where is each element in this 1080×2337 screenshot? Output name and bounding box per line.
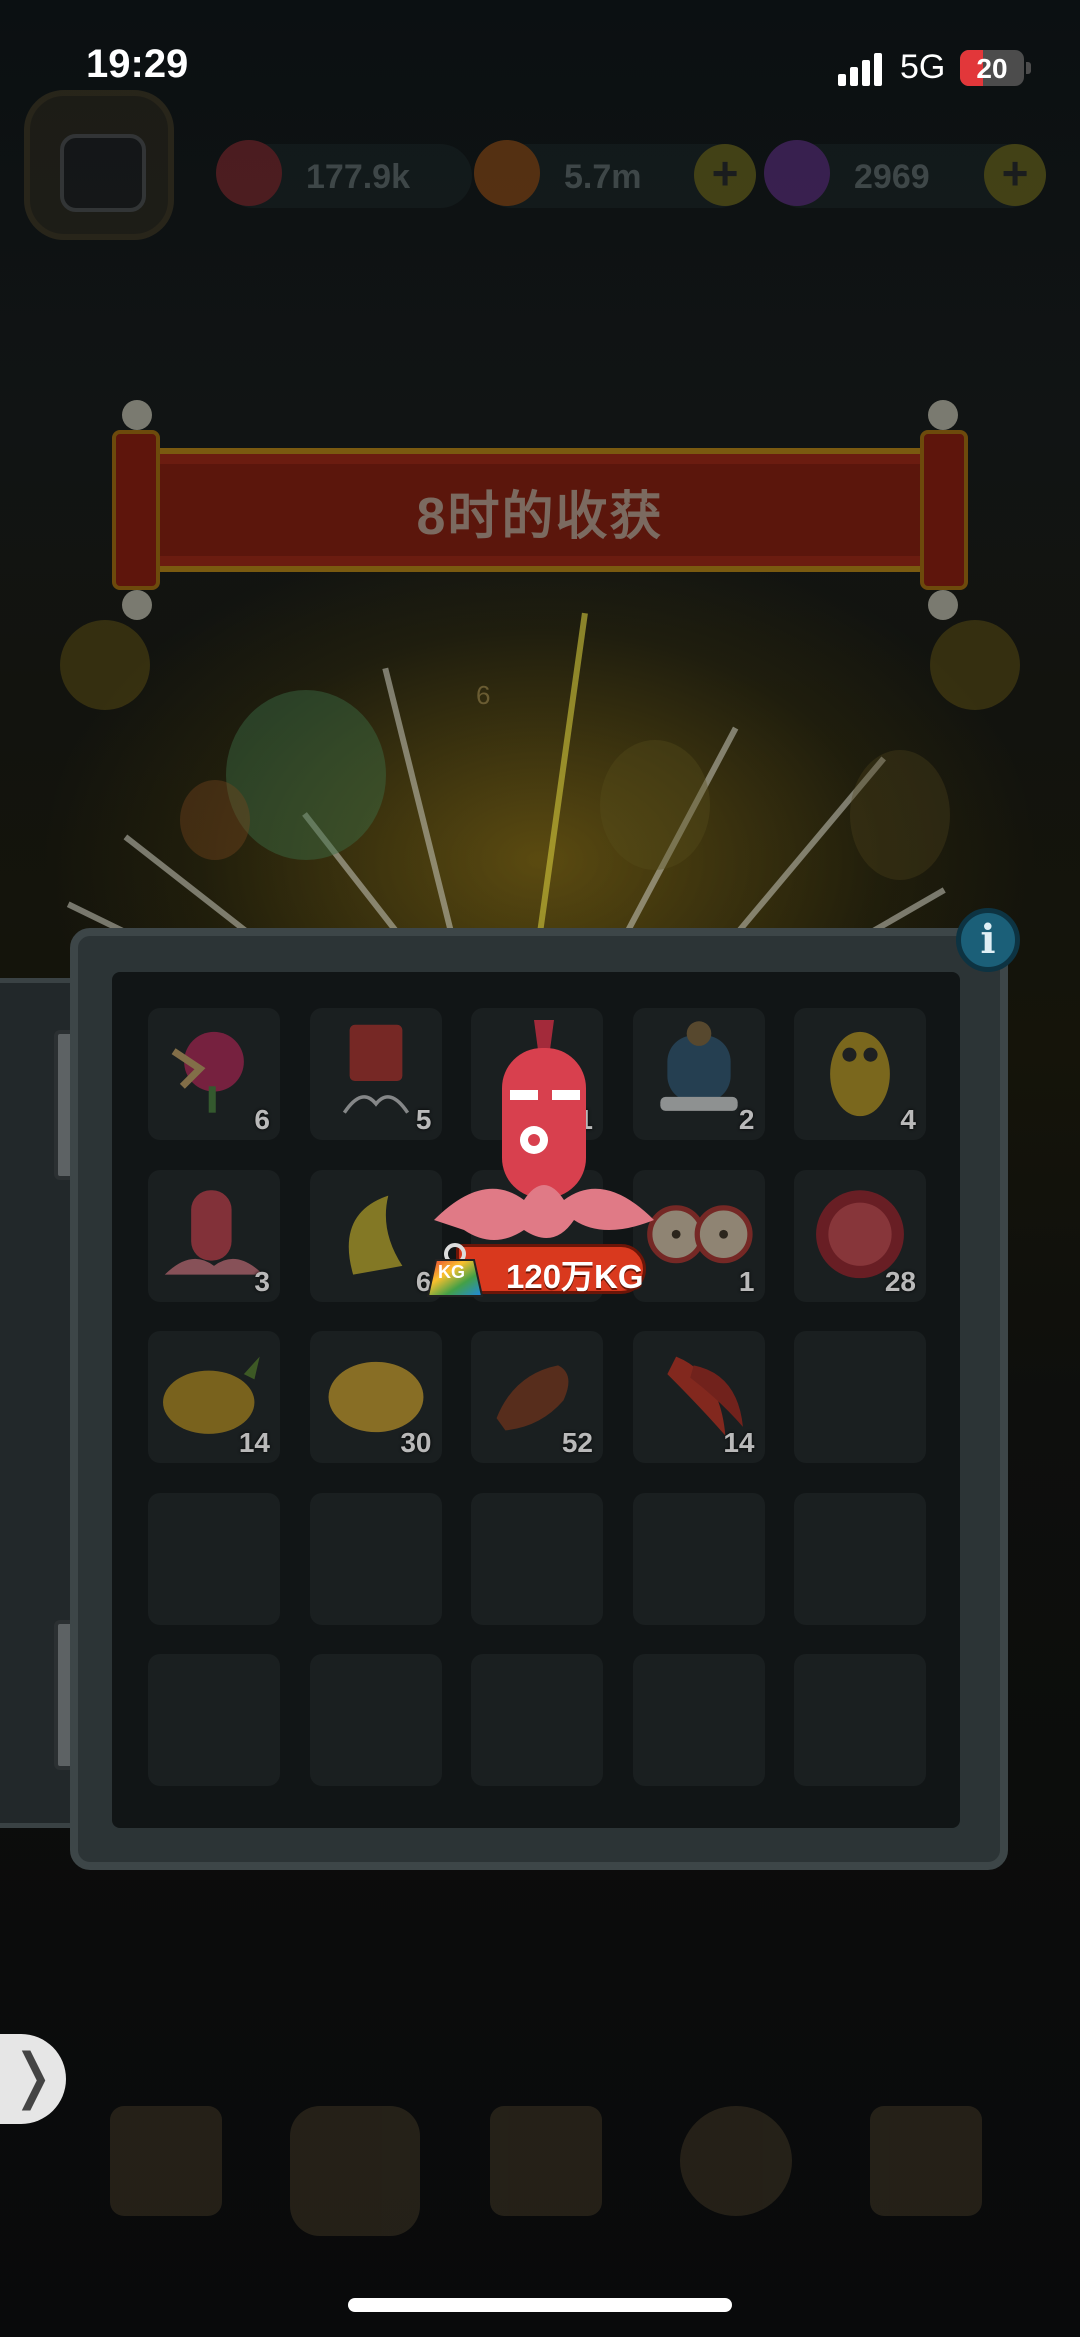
item-count: 52 [561,1427,593,1458]
item-count: 6 [254,1104,270,1135]
item-count: 28 [884,1265,916,1297]
battery-tip [1026,62,1031,74]
info-button[interactable]: i [956,908,1020,972]
coin-icon [474,140,540,206]
harvest-banner: 8时的收获 [112,400,968,620]
item-count: 1 [738,1265,755,1297]
inventory-slot-empty[interactable] [794,1654,926,1786]
weight-icon-label: KG [438,1262,465,1282]
inventory-slot-red-jellyfish[interactable]: 5 [309,1008,442,1140]
inventory-slot-pomegranate[interactable]: 28 [794,1169,926,1302]
inventory-slot-empty[interactable] [632,1654,765,1786]
network-type: 5G [900,48,946,86]
resource-coin: 5.7m + [474,140,756,208]
potion-value: 2969 [854,158,930,196]
nav-book-icon[interactable] [490,2106,602,2216]
battery-level: 20 [976,53,1008,84]
inventory-slot-scorpion[interactable]: 52 [471,1331,603,1463]
add-potion-button[interactable]: + [984,144,1046,206]
bottom-nav [30,2106,1050,2316]
inventory-slot-empty[interactable] [632,1492,765,1625]
clock: 19:29 [86,42,189,86]
resource-potion: 2969 + [764,140,1046,208]
inventory-slot-empty[interactable] [148,1654,280,1786]
inventory-slot-empty[interactable] [794,1331,926,1463]
coin-value: 5.7m [564,158,642,196]
background-badge: 6 [476,680,491,710]
item-count: 3 [254,1265,270,1297]
nav-shop-icon[interactable] [110,2106,222,2216]
battery-icon: 20 [960,50,1024,86]
banner-title: 8时的收获 [416,488,664,546]
inventory-slot-potato[interactable]: 30 [309,1331,442,1463]
orb-icon [216,140,282,206]
inventory-slot-empty[interactable] [471,1492,603,1625]
home-indicator[interactable] [348,2298,732,2312]
inventory-slot-empty[interactable] [794,1492,926,1625]
item-count: 14 [723,1427,755,1458]
inventory-slot-empty[interactable] [471,1654,603,1786]
inventory-slot-banana-creature[interactable]: 6 [309,1169,442,1302]
inventory-slot-golden-owl[interactable]: 4 [794,1008,926,1140]
orb-value: 177.9k [306,158,410,196]
avatar-face [60,134,146,212]
inventory-slot-small-red-octopus[interactable]: 3 [148,1169,280,1302]
signal-icon [838,52,884,86]
item-count: 30 [400,1427,432,1458]
inventory-slot-empty[interactable] [148,1492,280,1625]
inventory-slot-pineapple[interactable]: 14 [148,1331,280,1463]
player-avatar[interactable] [24,90,174,240]
item-count: 14 [238,1427,270,1458]
inventory-slot-dragon-flower[interactable]: 6 [148,1008,280,1140]
weight-label: 120万KG [506,1258,644,1295]
potion-icon [764,140,830,206]
inventory-slot-chili-pepper[interactable]: 14 [632,1331,765,1463]
weight-icon: KG [426,1242,484,1298]
item-count: 4 [900,1104,916,1135]
weight-tag: KG 120万KG [426,1240,660,1298]
resource-bar: 177.9k 5.7m + 2969 + [24,90,1046,240]
inventory-slot-empty[interactable] [309,1654,442,1786]
resource-orb: 177.9k [216,140,472,208]
add-coin-button[interactable]: + [694,144,756,206]
item-count: 2 [738,1104,755,1135]
nav-monster-icon[interactable] [290,2106,420,2236]
nav-bag-icon[interactable] [680,2106,792,2216]
nav-grid-icon[interactable] [870,2106,982,2216]
inventory-slot-empty[interactable] [309,1492,442,1625]
